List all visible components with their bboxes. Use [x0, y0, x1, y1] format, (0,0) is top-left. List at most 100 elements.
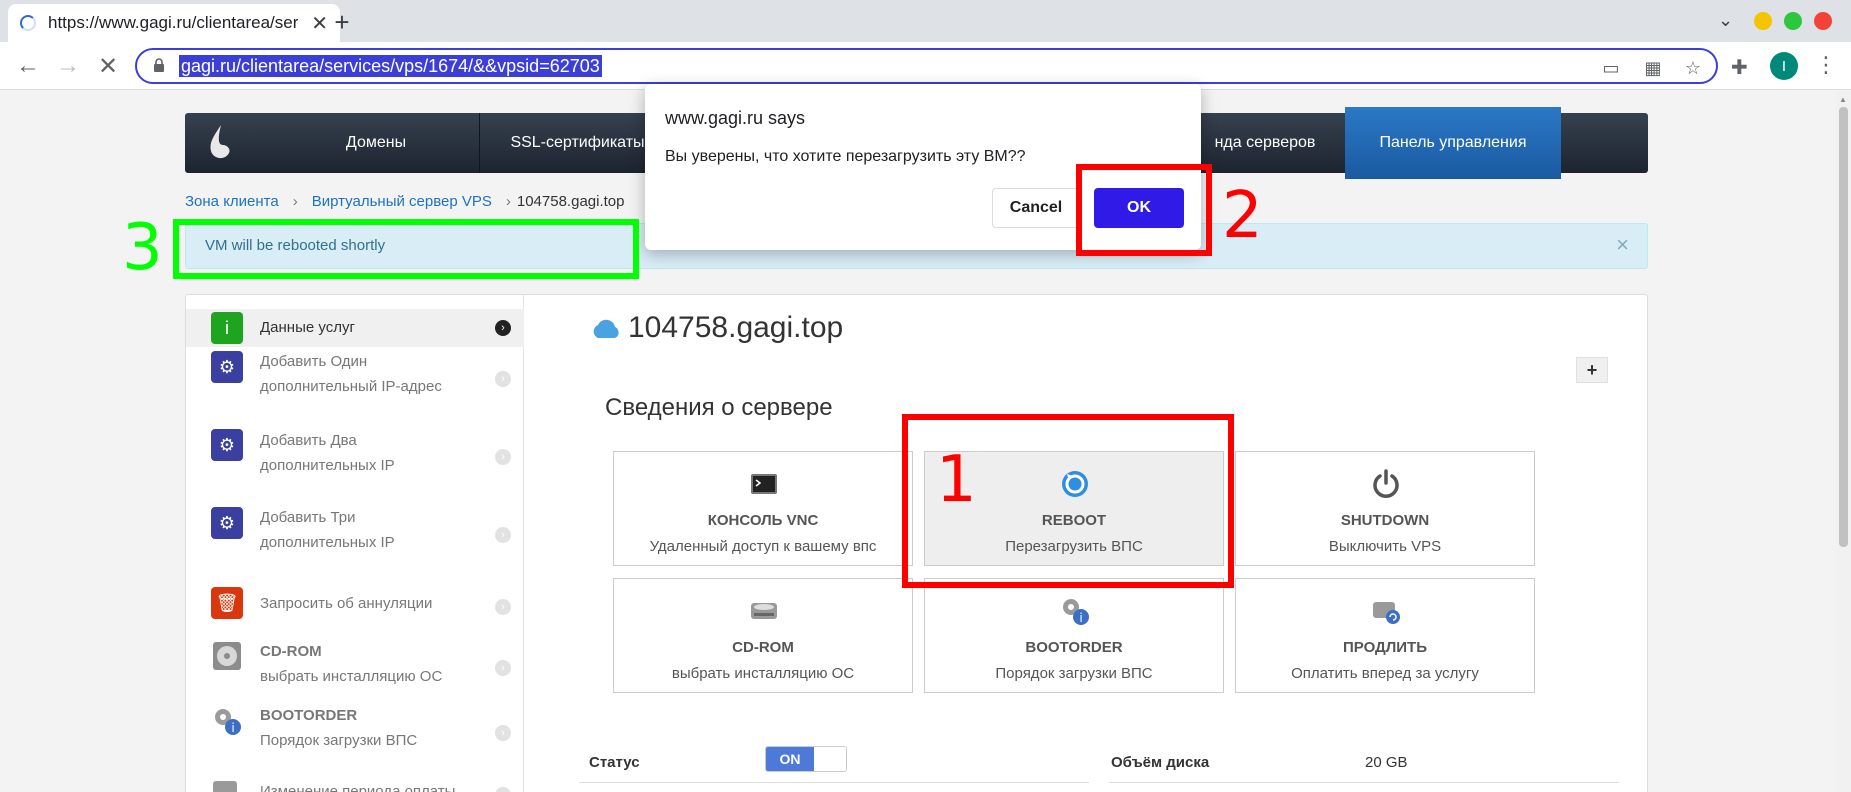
expand-plus-button[interactable]: +: [1576, 357, 1608, 383]
scroll-up-icon[interactable]: ▲: [1839, 95, 1847, 104]
tile-subtitle: Выключить VPS: [1328, 538, 1442, 555]
svg-text:i: i: [231, 721, 234, 735]
service-sidebar: i Данные услуг › ⚙ Добавить Один дополни…: [186, 295, 524, 792]
sidebar-item-cancel-request[interactable]: 🗑 Запросить об аннуляции ›: [186, 587, 524, 623]
annotation-box-3: [173, 219, 639, 279]
sidebar-item-sublabel: Порядок загрузки ВПС: [260, 732, 418, 749]
chevron-right-icon: ›: [495, 527, 511, 543]
disk-row: Объём диска 20 GB: [1109, 743, 1619, 783]
nav-control-panel[interactable]: Панель управления: [1345, 107, 1561, 179]
breadcrumb-vps[interactable]: Виртуальный сервер VPS: [312, 193, 492, 210]
tab-title: https://www.gagi.ru/clientarea/services/…: [48, 13, 298, 32]
tile-subtitle: Оплатить вперед за услугу: [1291, 665, 1479, 682]
sidebar-item-change-period[interactable]: Изменение периода оплаты ›: [186, 775, 524, 792]
forward-arrow-icon[interactable]: →: [52, 50, 84, 82]
sidebar-item-cdrom[interactable]: CD-ROM выбрать инсталляцию ОС ›: [186, 640, 524, 696]
bootorder-icon: i: [215, 709, 241, 735]
nav-domains[interactable]: Домены: [273, 113, 479, 173]
bookmark-star-icon[interactable]: ☆: [1682, 57, 1704, 79]
status-toggle-value: ON: [766, 747, 814, 771]
tile-title: ПРОДЛИТЬ: [1343, 639, 1427, 656]
cdrom-icon: [751, 603, 777, 619]
renew-icon: [1373, 602, 1400, 624]
sidebar-item-bootorder[interactable]: i BOOTORDER Порядок загрузки ВПС ›: [186, 705, 524, 761]
new-tab-button[interactable]: +: [326, 6, 358, 38]
host-heading: 104758.gagi.top: [590, 311, 843, 345]
chevron-right-icon: ›: [495, 725, 511, 741]
bootorder-icon: i: [1063, 599, 1089, 625]
status-toggle[interactable]: ON: [765, 746, 847, 772]
chevron-right-icon: ›: [495, 320, 511, 336]
status-row: Статус ON: [579, 743, 1089, 783]
cdrom-icon: [213, 642, 241, 670]
tile-cdrom[interactable]: CD-ROM выбрать инсталляцию ОС: [613, 578, 913, 693]
minimize-button[interactable]: [1754, 12, 1772, 30]
gears-icon: ⚙: [211, 351, 243, 383]
status-label: Статус: [589, 754, 640, 771]
sidebar-item-label: Изменение периода оплаты: [260, 783, 456, 792]
sidebar-item-label: Добавить Два: [260, 432, 357, 449]
cancel-button[interactable]: Cancel: [992, 188, 1080, 228]
chevron-right-icon: ›: [495, 371, 511, 387]
breadcrumb-client-area[interactable]: Зона клиента: [185, 193, 279, 210]
browser-tab-bar: https://www.gagi.ru/clientarea/services/…: [0, 0, 1851, 42]
loading-spinner-icon: [20, 15, 36, 31]
url-text[interactable]: gagi.ru/clientarea/services/vps/1674/&&v…: [179, 55, 602, 77]
tile-title: BOOTORDER: [1025, 639, 1123, 656]
cast-icon[interactable]: ▭: [1600, 57, 1622, 79]
chevron-right-icon: ›: [495, 599, 511, 615]
sidebar-item-sublabel: выбрать инсталляцию ОС: [260, 668, 443, 685]
tile-subtitle: Удаленный доступ к вашему впс: [649, 538, 877, 555]
close-window-button[interactable]: [1814, 12, 1832, 30]
tile-shutdown[interactable]: SHUTDOWN Выключить VPS: [1235, 451, 1535, 566]
tile-subtitle: Порядок загрузки ВПС: [995, 665, 1153, 682]
dialog-message: Вы уверены, что хотите перезагрузить эту…: [665, 148, 1026, 165]
browser-toolbar: ← → ✕ gagi.ru/clientarea/services/vps/16…: [0, 42, 1851, 90]
sidebar-item-add-one-ip[interactable]: ⚙ Добавить Один дополнительный IP-адрес …: [186, 351, 524, 407]
browser-tab[interactable]: https://www.gagi.ru/clientarea/services/…: [8, 4, 340, 42]
extensions-puzzle-icon[interactable]: ✚: [1731, 55, 1748, 80]
sidebar-item-label: BOOTORDER: [260, 707, 358, 724]
sidebar-item-add-two-ip[interactable]: ⚙ Добавить Два дополнительных IP ›: [186, 429, 524, 485]
tile-title: КОНСОЛЬ VNC: [707, 512, 819, 529]
lock-icon: [154, 58, 164, 72]
stop-loading-icon[interactable]: ✕: [92, 50, 124, 82]
back-arrow-icon[interactable]: ←: [12, 50, 44, 82]
gagi-logo-icon: [210, 125, 230, 159]
tab-search-chevron-icon[interactable]: ⌄: [1718, 10, 1733, 31]
disk-value: 20 GB: [1365, 754, 1408, 771]
maximize-button[interactable]: [1784, 12, 1802, 30]
tile-title: SHUTDOWN: [1340, 512, 1430, 529]
annotation-number-3: 3: [122, 211, 163, 285]
sidebar-item-service-data[interactable]: i Данные услуг ›: [186, 309, 524, 347]
alert-close-icon[interactable]: ×: [1616, 232, 1629, 258]
scrollbar-thumb[interactable]: [1839, 107, 1848, 547]
sidebar-item-label: Добавить Три: [260, 509, 356, 526]
info-icon: i: [211, 312, 243, 344]
sidebar-item-sublabel: дополнительных IP: [260, 457, 395, 474]
sidebar-item-label: Добавить Один: [260, 353, 368, 370]
browser-menu-icon[interactable]: ⋮: [1815, 52, 1837, 78]
page-scrollbar[interactable]: ▲: [1836, 91, 1851, 792]
breadcrumb: Зона клиента › Виртуальный сервер VPS › …: [185, 193, 624, 210]
sidebar-item-label: CD-ROM: [260, 643, 322, 660]
address-bar[interactable]: gagi.ru/clientarea/services/vps/1674/&&v…: [135, 48, 1718, 84]
breadcrumb-separator-icon: ›: [505, 193, 511, 210]
sidebar-item-sublabel: дополнительных IP: [260, 534, 395, 551]
hostname: 104758.gagi.top: [628, 311, 844, 344]
terminal-icon: [751, 474, 777, 494]
tile-title: CD-ROM: [732, 639, 794, 656]
profile-avatar[interactable]: I: [1770, 52, 1798, 80]
tile-vnc-console[interactable]: КОНСОЛЬ VNC Удаленный доступ к вашему вп…: [613, 451, 913, 566]
trash-icon: 🗑: [211, 587, 243, 619]
power-icon: [1373, 469, 1399, 498]
tile-renew[interactable]: ПРОДЛИТЬ Оплатить вперед за услугу: [1235, 578, 1535, 693]
svg-text:i: i: [1079, 611, 1082, 625]
section-title: Сведения о сервере: [605, 394, 833, 421]
chevron-right-icon: ›: [495, 787, 511, 792]
qr-code-icon[interactable]: ▦: [1642, 57, 1664, 79]
chevron-right-icon: ›: [495, 660, 511, 676]
sidebar-item-add-three-ip[interactable]: ⚙ Добавить Три дополнительных IP ›: [186, 507, 524, 563]
sidebar-item-label: Запросить об аннуляции: [260, 595, 433, 612]
tile-bootorder[interactable]: i BOOTORDER Порядок загрузки ВПС: [924, 578, 1224, 693]
